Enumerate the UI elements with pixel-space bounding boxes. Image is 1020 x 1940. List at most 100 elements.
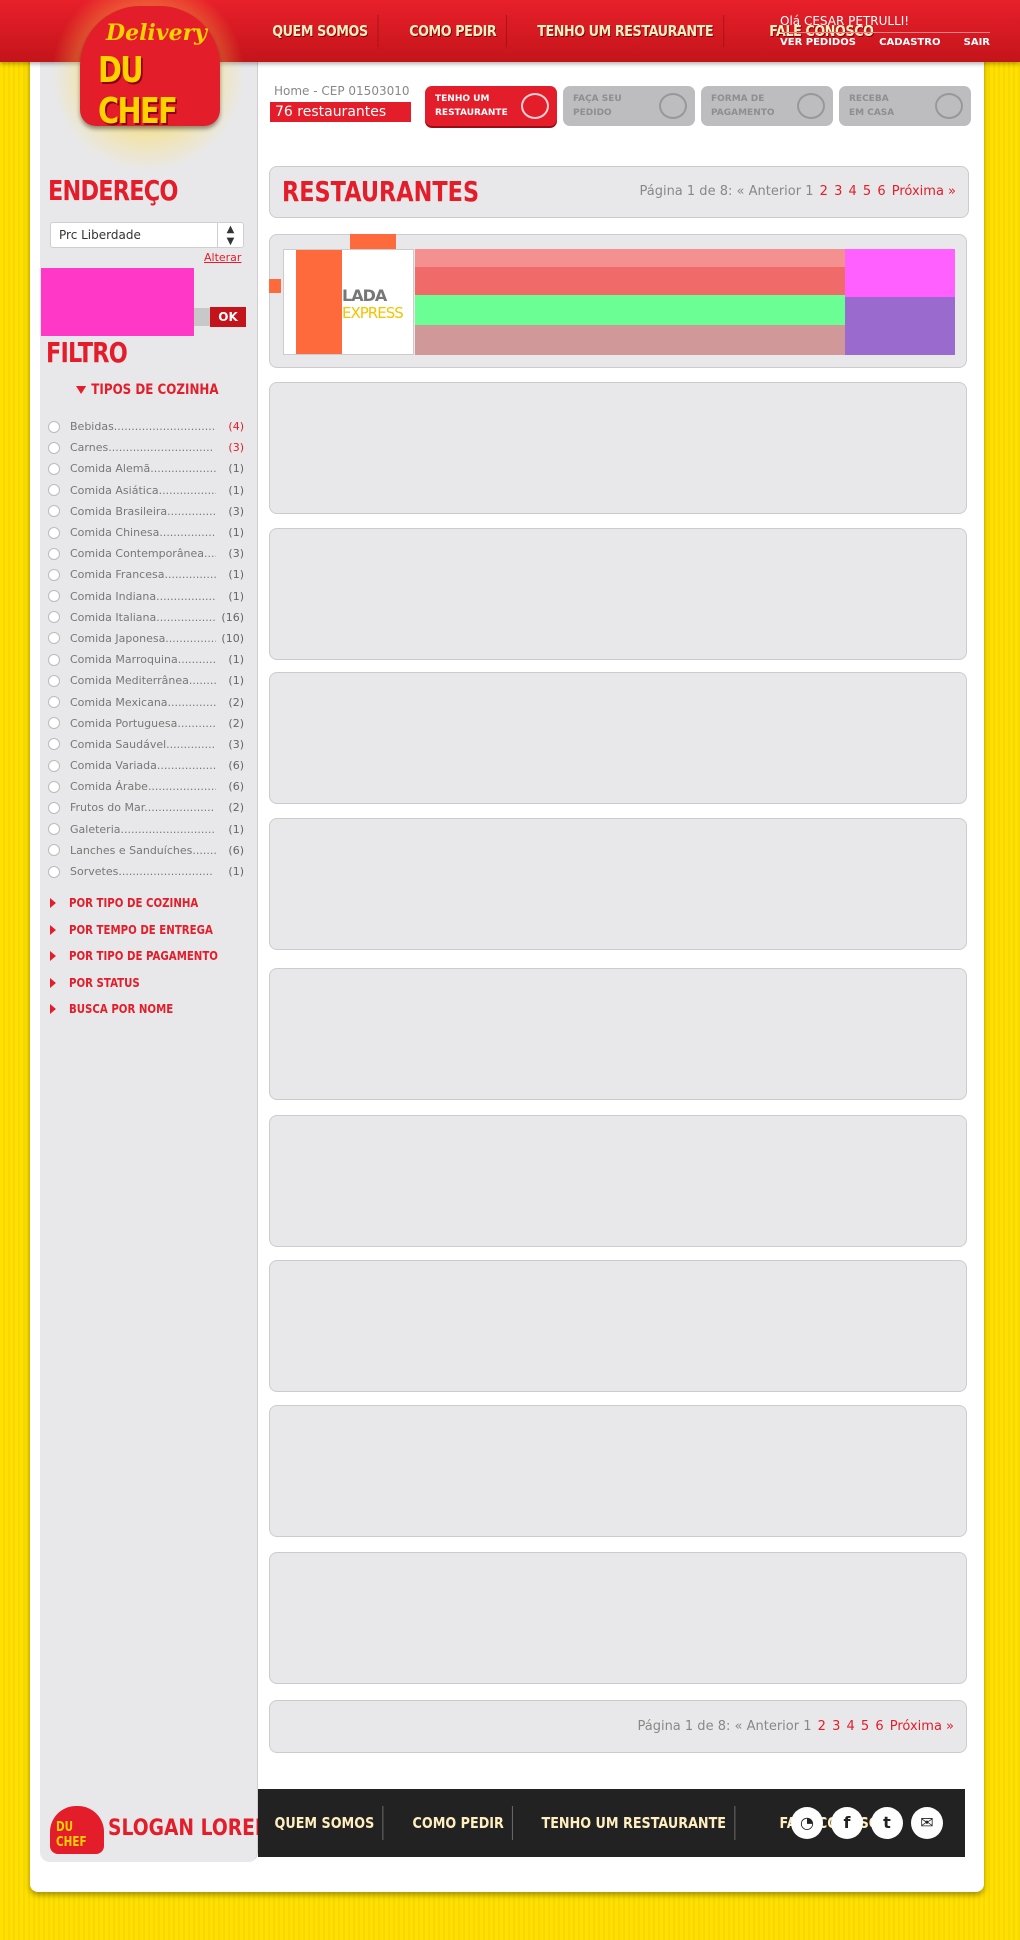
cuisine-filter-item[interactable]: Galeteria........................... (1) (48, 819, 244, 840)
address-input-placeholder[interactable] (41, 268, 194, 336)
page-link[interactable]: 3 (834, 184, 842, 199)
cuisine-filter-item[interactable]: Sorvetes........................... (1) (48, 861, 244, 882)
nav-tenho-restaurante[interactable]: TENHO UM RESTAURANTE (527, 15, 725, 47)
step-tenho-restaurante[interactable]: TENHO UM RESTAURANTE (425, 86, 557, 126)
cuisine-filter-item[interactable]: Comida Italiana.................. (16) (48, 607, 244, 628)
restaurant-card[interactable] (269, 1552, 967, 1684)
restaurant-card[interactable] (269, 528, 967, 660)
site-logo[interactable]: Delivery DU CHEF (48, 0, 248, 170)
radio-button[interactable] (48, 865, 60, 878)
page-link[interactable]: 6 (875, 1719, 883, 1734)
cuisine-filter-item[interactable]: Comida Contemporânea...... (3) (48, 543, 244, 564)
radio-button[interactable] (48, 780, 60, 793)
cuisine-filter-item[interactable]: Comida Mexicana................ (2) (48, 691, 244, 712)
radio-button[interactable] (48, 547, 60, 560)
cuisine-filter-item[interactable]: Lanches e Sanduíches....... (6) (48, 840, 244, 861)
page-link[interactable]: 2 (818, 1719, 826, 1734)
restaurant-card[interactable] (269, 818, 967, 950)
rss-icon[interactable]: ◔ (791, 1807, 823, 1839)
radio-button[interactable] (48, 484, 60, 497)
step-faca-pedido[interactable]: FAÇA SEU PEDIDO (563, 86, 695, 126)
nav-quem-somos[interactable]: QUEM SOMOS (262, 15, 379, 47)
page-link[interactable]: 5 (861, 1719, 869, 1734)
next-link[interactable]: Próxima » (892, 184, 956, 199)
page-link[interactable]: 4 (846, 1719, 854, 1734)
page-link[interactable]: 5 (863, 184, 871, 199)
restaurant-card[interactable] (269, 1260, 967, 1392)
address-select[interactable]: Prc Liberdade ▲ ▼ (50, 222, 244, 248)
radio-button[interactable] (48, 823, 60, 836)
mail-icon[interactable]: ✉ (911, 1807, 943, 1839)
ver-pedidos-link[interactable]: VER PEDIDOS (780, 37, 856, 48)
cuisine-filter-item[interactable]: Comida Japonesa............... (10) (48, 628, 244, 649)
cuisine-count: (6) (228, 759, 244, 773)
cuisine-filter-item[interactable]: Comida Mediterrânea.......... (1) (48, 670, 244, 691)
restaurant-card[interactable] (269, 968, 967, 1100)
cuisine-filter-item[interactable]: Comida Indiana................... (1) (48, 586, 244, 607)
radio-button[interactable] (48, 801, 60, 814)
restaurant-card[interactable] (269, 672, 967, 804)
radio-button[interactable] (48, 632, 60, 645)
cuisine-count: (1) (228, 653, 244, 667)
tipos-cozinha-toggle[interactable]: TIPOS DE COZINHA (76, 382, 219, 398)
filter-sublink[interactable]: BUSCA POR NOME (50, 996, 244, 1023)
cuisine-filter-item[interactable]: Carnes.............................. (3) (48, 437, 244, 458)
cadastro-link[interactable]: CADASTRO (879, 37, 940, 48)
page-link[interactable]: 2 (820, 184, 828, 199)
cuisine-filter-item[interactable]: Comida Brasileira............... (3) (48, 501, 244, 522)
cuisine-name: Comida Japonesa............... (70, 631, 216, 645)
user-greeting: Olá CESAR PETRULLI! (780, 14, 990, 33)
step-receba-casa[interactable]: RECEBA EM CASA (839, 86, 971, 126)
restaurant-card[interactable]: LADA EXPRESS (269, 234, 967, 368)
cuisine-filter-item[interactable]: Comida Saudável............... (3) (48, 734, 244, 755)
radio-button[interactable] (48, 568, 60, 581)
radio-button[interactable] (48, 696, 60, 709)
cuisine-filter-item[interactable]: Comida Marroquina............. (1) (48, 649, 244, 670)
ok-button[interactable]: OK (210, 307, 246, 327)
filter-sublink[interactable]: POR STATUS (50, 970, 244, 997)
restaurant-card[interactable] (269, 1115, 967, 1247)
cuisine-filter-item[interactable]: Comida Árabe.................... (6) (48, 776, 244, 797)
radio-button[interactable] (48, 844, 60, 857)
restaurant-card[interactable] (269, 382, 967, 514)
prev-link[interactable]: « Anterior (737, 184, 802, 199)
radio-button[interactable] (48, 738, 60, 751)
radio-button[interactable] (48, 505, 60, 518)
nav-como-pedir[interactable]: COMO PEDIR (399, 15, 508, 47)
filter-sublink[interactable]: POR TIPO DE COZINHA (50, 890, 244, 917)
radio-button[interactable] (48, 441, 60, 454)
facebook-icon[interactable]: f (831, 1807, 863, 1839)
page-link[interactable]: 4 (848, 184, 856, 199)
cuisine-filter-item[interactable]: Comida Portuguesa............ (2) (48, 713, 244, 734)
sair-link[interactable]: SAIR (964, 37, 990, 48)
radio-button[interactable] (48, 526, 60, 539)
page-link[interactable]: 3 (832, 1719, 840, 1734)
footer-nav-quem-somos[interactable]: QUEM SOMOS (266, 1806, 384, 1840)
alterar-link[interactable]: Alterar (204, 251, 241, 264)
prev-link[interactable]: « Anterior (735, 1719, 800, 1734)
footer-nav-tenho-restaurante[interactable]: TENHO UM RESTAURANTE (533, 1806, 736, 1840)
filter-sublink[interactable]: POR TEMPO DE ENTREGA (50, 917, 244, 944)
cuisine-filter-item[interactable]: Bebidas............................. (4) (48, 416, 244, 437)
twitter-icon[interactable]: t (871, 1807, 903, 1839)
cuisine-filter-item[interactable]: Comida Alemã................... (1) (48, 458, 244, 479)
restaurant-card[interactable] (269, 1405, 967, 1537)
radio-button[interactable] (48, 674, 60, 687)
radio-button[interactable] (48, 590, 60, 603)
cuisine-filter-item[interactable]: Frutos do Mar.................... (2) (48, 797, 244, 818)
cuisine-filter-item[interactable]: Comida Asiática................. (1) (48, 480, 244, 501)
radio-button[interactable] (48, 759, 60, 772)
step-forma-pagamento[interactable]: FORMA DE PAGAMENTO (701, 86, 833, 126)
radio-button[interactable] (48, 462, 60, 475)
radio-button[interactable] (48, 717, 60, 730)
footer-nav-como-pedir[interactable]: COMO PEDIR (404, 1806, 514, 1840)
cuisine-filter-item[interactable]: Comida Chinesa................. (1) (48, 522, 244, 543)
radio-button[interactable] (48, 653, 60, 666)
radio-button[interactable] (48, 420, 60, 433)
cuisine-filter-item[interactable]: Comida Variada................. (6) (48, 755, 244, 776)
radio-button[interactable] (48, 611, 60, 624)
cuisine-filter-item[interactable]: Comida Francesa................ (1) (48, 564, 244, 585)
page-link[interactable]: 6 (877, 184, 885, 199)
filter-sublink[interactable]: POR TIPO DE PAGAMENTO (50, 943, 244, 970)
next-link[interactable]: Próxima » (890, 1719, 954, 1734)
